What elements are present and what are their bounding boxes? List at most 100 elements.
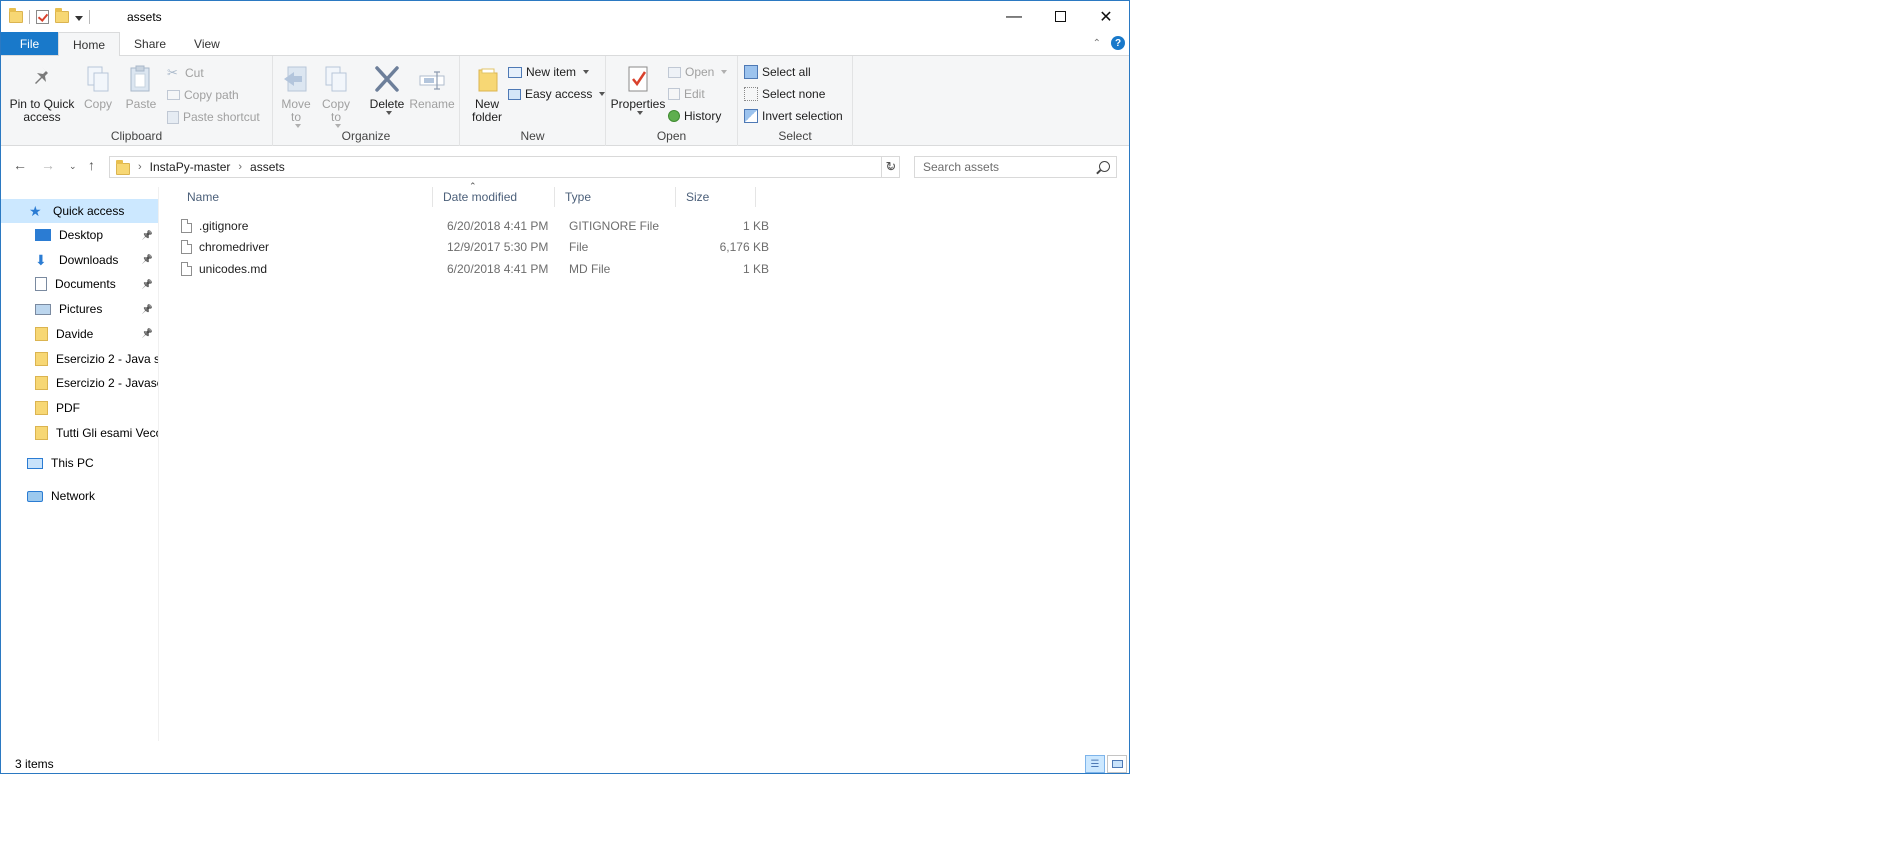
open-label: Open (685, 65, 715, 79)
up-arrow-icon[interactable]: ↑ (88, 157, 95, 173)
column-header-type[interactable]: Type (555, 187, 676, 207)
history-button[interactable]: History (668, 106, 721, 126)
breadcrumb-item[interactable]: assets (250, 160, 285, 174)
properties-icon (624, 64, 652, 94)
maximize-button[interactable] (1037, 1, 1083, 32)
address-bar[interactable]: › InstaPy-master › assets ⌄ (109, 156, 900, 178)
pin-icon[interactable]: 📌 (142, 230, 153, 241)
pin-icon[interactable]: 📌 (142, 304, 153, 315)
rename-button[interactable]: Rename (409, 64, 455, 111)
column-header-name[interactable]: Name (177, 187, 433, 207)
minimize-button[interactable]: — (991, 1, 1037, 32)
nav-item[interactable]: PDF (1, 396, 158, 420)
nav-item-network[interactable]: Network (1, 484, 158, 508)
folder-icon (35, 351, 48, 366)
new-group-label: New (520, 129, 545, 143)
copy-to-icon (322, 64, 350, 94)
breadcrumb-chevron-icon[interactable]: › (138, 161, 142, 173)
paste-shortcut-button[interactable]: Paste shortcut (167, 107, 260, 127)
help-icon[interactable]: ? (1111, 36, 1125, 50)
properties-chevron-down-icon (636, 111, 643, 115)
easy-access-button[interactable]: Easy access (508, 84, 606, 104)
paste-button[interactable]: Paste (123, 64, 159, 111)
pin-to-quick-access-button[interactable]: Pin to Quick access (9, 64, 75, 124)
new-item-icon (508, 66, 522, 78)
new-item-chevron-down-icon (583, 70, 590, 74)
copy-button[interactable]: Copy (81, 64, 115, 111)
search-icon[interactable] (1099, 161, 1110, 172)
nav-item[interactable]: Esercizio 2 - Java ser (1, 347, 158, 371)
nav-item-quick-access[interactable]: ★ Quick access (1, 199, 158, 223)
delete-button[interactable]: Delete (367, 64, 407, 115)
file-type: MD File (569, 261, 611, 276)
new-folder-button[interactable]: New folder (464, 64, 510, 124)
file-row[interactable]: unicodes.md 6/20/2018 4:41 PM MD File 1 KB (177, 258, 777, 279)
tab-file[interactable]: File (1, 32, 58, 55)
collapse-ribbon-chevron-up-icon[interactable]: ⌃ (1093, 38, 1101, 49)
breadcrumb-item[interactable]: InstaPy-master (150, 160, 231, 174)
explorer-window: assets — ✕ File Home Share View ⌃ ? Pin … (0, 0, 1130, 774)
invert-selection-button[interactable]: Invert selection (744, 106, 843, 126)
edit-label: Edit (684, 87, 705, 101)
pin-icon (28, 64, 56, 94)
nav-item[interactable]: Documents 📌 (1, 272, 158, 296)
search-input[interactable] (923, 160, 1083, 174)
select-none-button[interactable]: Select none (744, 84, 825, 104)
pin-icon[interactable]: 📌 (142, 328, 153, 339)
nav-item[interactable]: Esercizio 2 - Javascr (1, 371, 159, 395)
new-item-button[interactable]: New item (508, 62, 590, 82)
tab-home[interactable]: Home (58, 32, 121, 56)
nav-item[interactable]: Pictures 📌 (1, 297, 158, 321)
nav-item[interactable]: Tutti Gli esami Vecc (1, 421, 158, 445)
pin-icon[interactable]: 📌 (142, 254, 153, 265)
select-all-button[interactable]: Select all (744, 62, 811, 82)
desktop-icon (35, 229, 51, 241)
cut-button[interactable]: ✂ Cut (167, 63, 204, 83)
ribbon: Pin to Quick access Copy Paste ✂ Cut Cop… (1, 56, 1129, 146)
properties-qat-icon[interactable] (36, 10, 49, 24)
edit-icon (668, 88, 680, 100)
organize-group: Move to Copy to Delete Rename Organize (273, 56, 460, 146)
file-row[interactable]: chromedriver 12/9/2017 5:30 PM File 6,176 K… (177, 237, 777, 258)
folder-icon (35, 425, 48, 440)
invert-selection-icon (744, 109, 758, 123)
view-switcher: ☰ (1085, 755, 1127, 773)
details-view-button[interactable]: ☰ (1085, 755, 1105, 773)
copy-path-icon (167, 90, 180, 100)
new-folder-icon (473, 64, 501, 94)
breadcrumb-chevron-icon[interactable]: › (238, 161, 242, 173)
back-arrow-icon[interactable]: ← (13, 157, 27, 173)
folder-icon (35, 376, 48, 391)
open-button[interactable]: Open (668, 62, 728, 82)
nav-item-label: Quick access (53, 204, 125, 218)
pin-icon[interactable]: 📌 (142, 279, 153, 290)
organize-group-label: Organize (341, 129, 391, 143)
forward-arrow-icon[interactable]: → (41, 157, 55, 173)
copy-path-button[interactable]: Copy path (167, 85, 239, 105)
close-button[interactable]: ✕ (1083, 1, 1129, 32)
file-icon (181, 240, 192, 254)
clipboard-group: Pin to Quick access Copy Paste ✂ Cut Cop… (1, 56, 273, 146)
large-icons-view-icon (1111, 760, 1123, 768)
move-to-button[interactable]: Move to (279, 64, 313, 128)
nav-item-label: Esercizio 2 - Javascr (56, 376, 159, 391)
nav-item[interactable]: Desktop 📌 (1, 223, 158, 247)
column-header-date-modified[interactable]: Date modified (433, 187, 555, 207)
details-view-icon: ☰ (1090, 758, 1100, 770)
edit-button[interactable]: Edit (668, 84, 705, 104)
copy-to-button[interactable]: Copy to (319, 64, 353, 128)
recent-locations-chevron-down-icon[interactable]: ⌄ (69, 161, 77, 172)
refresh-button[interactable]: ↻ (881, 156, 900, 178)
properties-button[interactable]: Properties (610, 64, 666, 115)
tab-share[interactable]: Share (120, 32, 180, 55)
file-row[interactable]: .gitignore 6/20/2018 4:41 PM GITIGNORE Fil… (177, 215, 777, 236)
new-folder-qat-icon[interactable] (55, 8, 69, 23)
column-header-size[interactable]: Size (676, 187, 756, 207)
nav-item[interactable]: ⬇ Downloads 📌 (1, 248, 158, 272)
search-box[interactable] (914, 156, 1117, 178)
nav-item[interactable]: Davide 📌 (1, 322, 158, 346)
nav-item-this-pc[interactable]: This PC (1, 451, 158, 475)
large-icons-view-button[interactable] (1107, 755, 1127, 773)
tab-view[interactable]: View (180, 32, 234, 55)
customize-toolbar-chevron-icon[interactable] (75, 15, 83, 21)
